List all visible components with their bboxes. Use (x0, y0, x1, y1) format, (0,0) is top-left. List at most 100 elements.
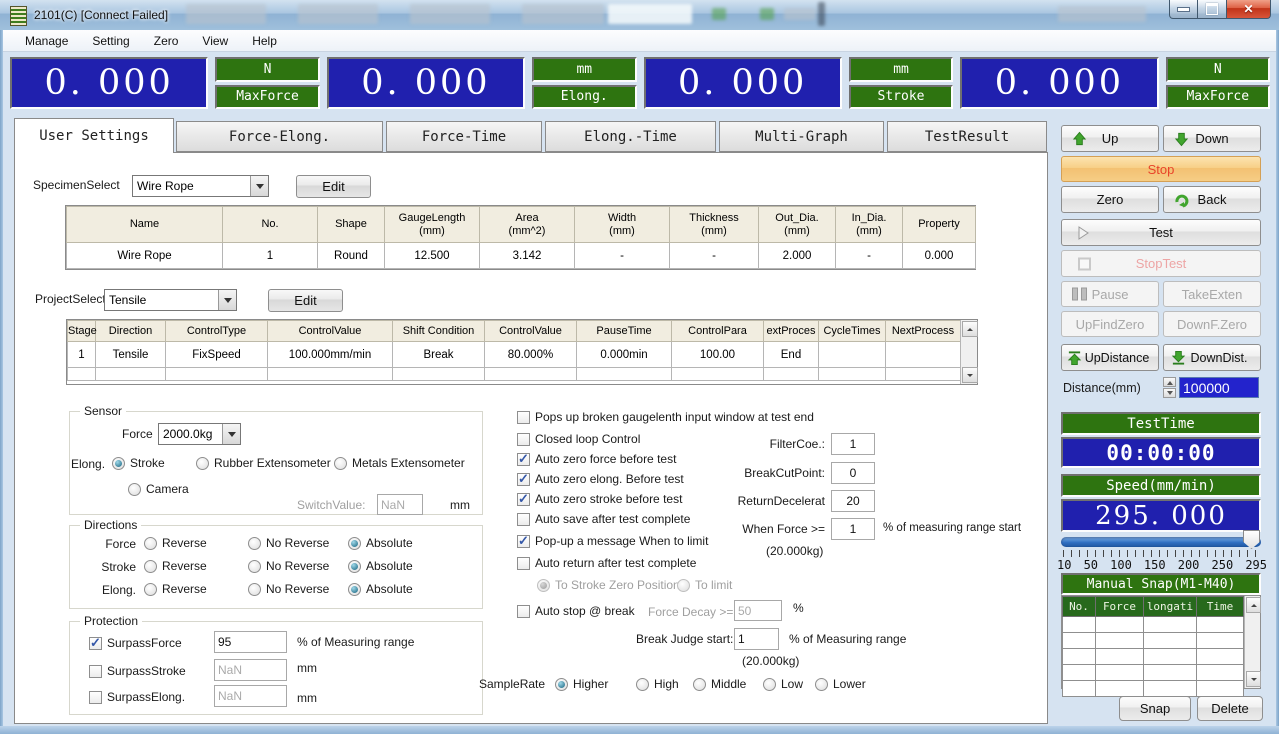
checkbox-icon[interactable] (89, 691, 102, 704)
force-absolute-option[interactable]: Absolute (348, 535, 413, 551)
project-table-scrollbar[interactable] (960, 320, 977, 384)
updistance-button[interactable]: UpDistance (1061, 344, 1159, 371)
checkbox-icon[interactable] (517, 411, 530, 424)
test-button[interactable]: Test (1061, 219, 1261, 246)
menu-help[interactable]: Help (242, 32, 287, 50)
snap-row[interactable] (1063, 681, 1244, 697)
checkbox-icon[interactable] (517, 453, 530, 466)
return-to-limit-option[interactable]: To limit (677, 577, 732, 593)
option-auto-save[interactable]: Auto save after test complete (517, 511, 690, 527)
up-button[interactable]: Up (1061, 125, 1159, 152)
elong-mode[interactable]: Elong. (532, 85, 636, 110)
radio-icon[interactable] (348, 583, 361, 596)
snap-row[interactable] (1063, 633, 1244, 649)
downfzero-button[interactable]: DownF.Zero (1163, 311, 1261, 337)
scroll-up-icon[interactable] (1246, 597, 1261, 613)
surpass-force-option[interactable]: SurpassForce (89, 635, 182, 651)
snap-row[interactable] (1063, 665, 1244, 681)
elong-option-camera[interactable]: Camera (128, 481, 189, 497)
dropdown-arrow-icon[interactable] (218, 290, 236, 310)
dropdown-arrow-icon[interactable] (222, 424, 240, 444)
radio-icon[interactable] (128, 483, 141, 496)
radio-icon[interactable] (334, 457, 347, 470)
return-to-stroke-zero-option[interactable]: To Stroke Zero Position (537, 577, 680, 593)
force-decay-input[interactable] (734, 600, 782, 621)
project-row[interactable]: 1 Tensile FixSpeed 100.000mm/min Break 8… (68, 342, 961, 368)
radio-icon[interactable] (248, 537, 261, 550)
stop-button[interactable]: Stop (1061, 156, 1261, 182)
tab-force-time[interactable]: Force-Time (386, 121, 542, 152)
dropdown-arrow-icon[interactable] (250, 176, 268, 196)
radio-icon[interactable] (763, 678, 776, 691)
menu-manage[interactable]: Manage (15, 32, 78, 50)
stroke-no-reverse-option[interactable]: No Reverse (248, 558, 329, 574)
tab-force-elong[interactable]: Force-Elong. (176, 121, 383, 152)
checkbox-icon[interactable] (517, 535, 530, 548)
sample-rate-high[interactable]: High (636, 676, 679, 692)
elong-option-rubber-ext[interactable]: Rubber Extensometer (196, 455, 331, 471)
distance-input[interactable] (1179, 377, 1259, 398)
force-range-dropdown[interactable]: 2000.0kg (158, 423, 241, 445)
surpass-elong-option[interactable]: SurpassElong. (89, 689, 185, 705)
scroll-down-icon[interactable] (1246, 671, 1261, 687)
project-edit-button[interactable]: Edit (268, 289, 343, 312)
surpass-stroke-input[interactable] (214, 659, 287, 681)
tab-multi-graph[interactable]: Multi-Graph (719, 121, 884, 152)
menu-zero[interactable]: Zero (144, 32, 189, 50)
stroke-reverse-option[interactable]: Reverse (144, 558, 207, 574)
break-judge-input[interactable] (734, 628, 779, 650)
snap-button[interactable]: Snap (1119, 696, 1191, 721)
surpass-force-input[interactable] (214, 631, 287, 653)
speed-slider-track[interactable] (1061, 537, 1261, 547)
checkbox-icon[interactable] (517, 513, 530, 526)
tab-elong-time[interactable]: Elong.-Time (545, 121, 716, 152)
maxforce-mode[interactable]: MaxForce (1166, 85, 1270, 110)
surpass-stroke-option[interactable]: SurpassStroke (89, 663, 186, 679)
radio-icon[interactable] (144, 583, 157, 596)
scroll-up-icon[interactable] (962, 321, 978, 337)
elong-no-reverse-option[interactable]: No Reverse (248, 581, 329, 597)
elong-option-stroke[interactable]: Stroke (112, 455, 165, 471)
snap-table-scrollbar[interactable] (1244, 596, 1260, 688)
surpass-elong-input[interactable] (214, 685, 287, 707)
option-auto-return[interactable]: Auto return after test complete (517, 555, 696, 571)
force-reverse-option[interactable]: Reverse (144, 535, 207, 551)
checkbox-icon[interactable] (517, 473, 530, 486)
minimize-button[interactable] (1169, 0, 1198, 19)
radio-icon[interactable] (348, 537, 361, 550)
snap-row[interactable] (1063, 617, 1244, 633)
option-auto-zero-force[interactable]: Auto zero force before test (517, 451, 676, 467)
radio-icon[interactable] (636, 678, 649, 691)
spinner-up-icon[interactable] (1163, 377, 1176, 387)
radio-icon[interactable] (196, 457, 209, 470)
maximize-button[interactable] (1198, 0, 1226, 19)
radio-icon[interactable] (815, 678, 828, 691)
pause-button[interactable]: Pause (1061, 281, 1159, 307)
checkbox-icon[interactable] (517, 493, 530, 506)
radio-icon[interactable] (248, 583, 261, 596)
option-auto-zero-elong[interactable]: Auto zero elong. Before test (517, 471, 684, 487)
menu-setting[interactable]: Setting (82, 32, 139, 50)
close-button[interactable]: ✕ (1226, 0, 1271, 19)
down-button[interactable]: Down (1163, 125, 1261, 152)
radio-icon[interactable] (537, 579, 550, 592)
elong-absolute-option[interactable]: Absolute (348, 581, 413, 597)
downdistance-button[interactable]: DownDist. (1163, 344, 1261, 371)
checkbox-icon[interactable] (517, 557, 530, 570)
radio-icon[interactable] (144, 560, 157, 573)
stroke-absolute-option[interactable]: Absolute (348, 558, 413, 574)
force-mode[interactable]: MaxForce (215, 85, 319, 110)
radio-icon[interactable] (248, 560, 261, 573)
menu-view[interactable]: View (192, 32, 238, 50)
sample-rate-higher[interactable]: Higher (555, 676, 608, 692)
titlebar[interactable]: 2101(C) [Connect Failed] ✕ (0, 0, 1279, 31)
radio-icon[interactable] (677, 579, 690, 592)
breakcutpoint-input[interactable] (831, 462, 875, 484)
switchvalue-input[interactable] (377, 494, 423, 515)
checkbox-icon[interactable] (517, 433, 530, 446)
option-auto-stop-break[interactable]: Auto stop @ break (517, 603, 635, 619)
project-select-dropdown[interactable]: Tensile (104, 289, 237, 311)
tab-user-settings[interactable]: User Settings (14, 118, 174, 153)
project-empty-row[interactable] (68, 368, 961, 381)
specimen-select-dropdown[interactable]: Wire Rope (132, 175, 269, 197)
